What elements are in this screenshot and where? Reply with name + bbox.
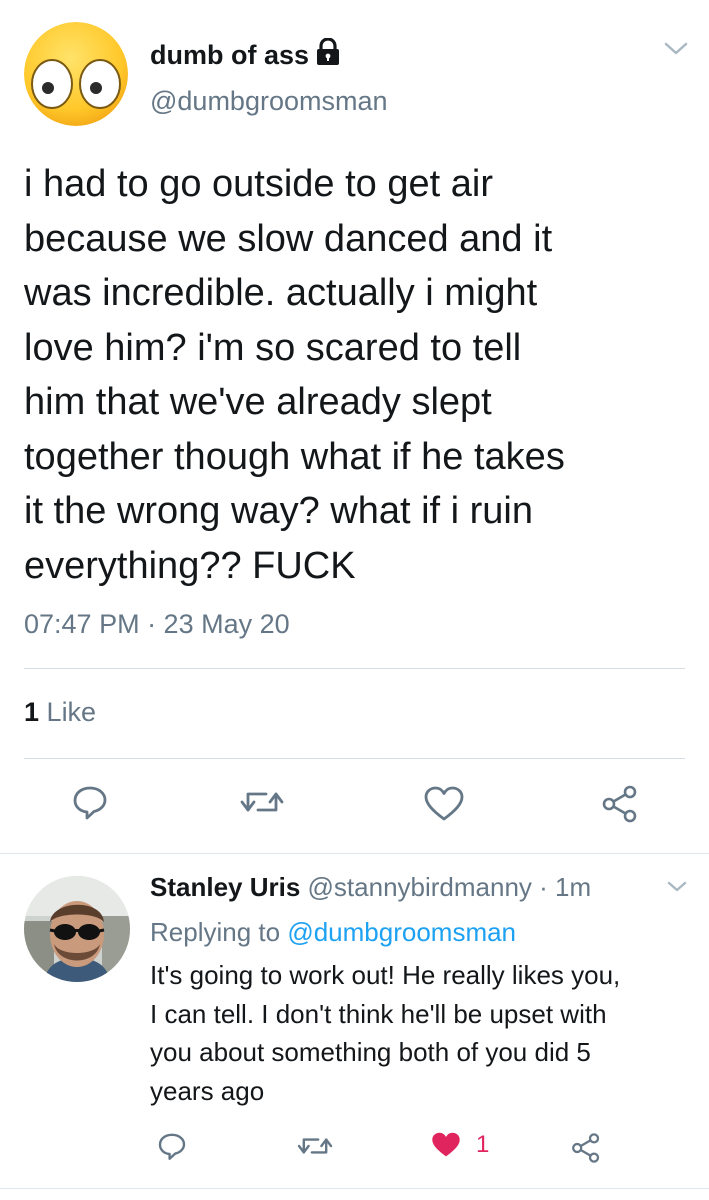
bottom-divider: [0, 1188, 709, 1189]
chevron-down-icon[interactable]: [666, 878, 688, 896]
chevron-down-icon[interactable]: [662, 38, 690, 60]
display-name: dumb of ass: [150, 40, 310, 70]
avatar-dumbgroomsman[interactable]: [24, 22, 128, 126]
avatar-stannybirdmanny[interactable]: [24, 876, 130, 982]
reply-like-count: 1: [476, 1131, 490, 1158]
reply-retweet-button[interactable]: [296, 1128, 334, 1164]
replying-to: Replying to @dumbgroomsman: [150, 917, 516, 948]
reply-like-button[interactable]: 1: [430, 1130, 489, 1160]
like-count-summary[interactable]: 1 Like: [24, 697, 96, 728]
like-count: 1: [24, 697, 40, 727]
reply-header: Stanley Uris @stannybirdmanny · 1m: [150, 872, 591, 903]
reply-icon: [158, 1133, 186, 1160]
section-separator: [0, 853, 709, 854]
divider: [24, 758, 685, 759]
reply-author-handle[interactable]: @stannybirdmanny: [308, 872, 532, 902]
reply-text: It's going to work out! He really likes …: [150, 960, 621, 1106]
divider: [24, 668, 685, 669]
retweet-icon: [240, 792, 284, 812]
reply-time: · 1m: [539, 872, 592, 902]
reply-author-name[interactable]: Stanley Uris: [150, 872, 300, 902]
tweet-text: i had to go outside to get air because w…: [24, 163, 565, 587]
retweet-button[interactable]: [240, 780, 284, 824]
reply-button[interactable]: [68, 780, 112, 824]
like-filled-icon: [432, 1132, 460, 1157]
like-button[interactable]: [422, 782, 466, 826]
reply-share-button[interactable]: [568, 1130, 604, 1166]
like-icon: [424, 786, 464, 821]
replying-label: Replying to: [150, 917, 281, 947]
share-icon: [572, 1133, 600, 1163]
tweet-author-name[interactable]: dumb of ass: [150, 37, 341, 73]
lock-icon: [315, 37, 341, 73]
retweet-icon: [297, 1138, 333, 1154]
share-button[interactable]: [598, 782, 642, 826]
reply-icon: [73, 786, 107, 820]
share-icon: [602, 785, 637, 823]
tweet-author-handle[interactable]: @dumbgroomsman: [150, 86, 388, 117]
tweet-timestamp[interactable]: 07:47 PM · 23 May 20: [24, 609, 290, 640]
replying-to-mention[interactable]: @dumbgroomsman: [287, 917, 516, 947]
surprised-face-emoji: [24, 22, 128, 126]
reply-reply-button[interactable]: [154, 1128, 190, 1164]
man-with-sunglasses-photo: [24, 876, 130, 982]
like-label: Like: [46, 697, 97, 727]
